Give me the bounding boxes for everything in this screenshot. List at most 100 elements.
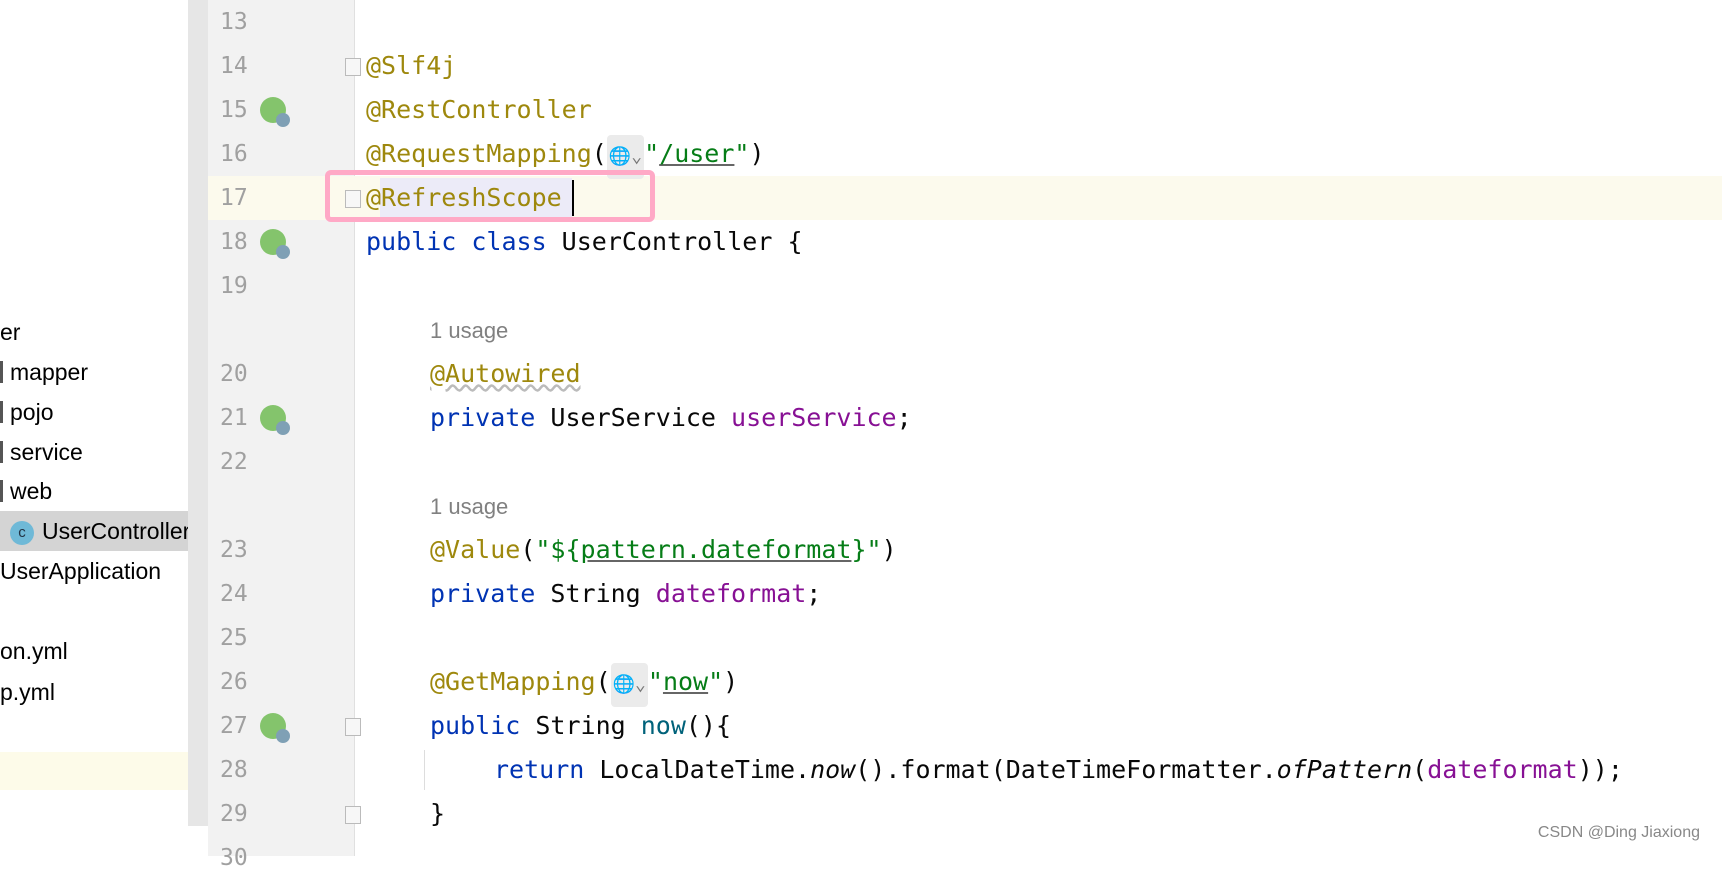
code-token: dateformat	[1427, 755, 1578, 784]
tree-item-label: mapper	[10, 359, 88, 385]
spring-web-endpoint-icon-badge	[276, 729, 290, 743]
code-token: (	[1412, 755, 1428, 784]
code-token: ;	[806, 579, 822, 608]
code-line[interactable]: public class UserController {	[354, 220, 1722, 264]
watermark: CSDN @Ding Jiaxiong	[1537, 824, 1700, 841]
code-token: (	[591, 139, 607, 168]
code-token: )	[723, 667, 739, 696]
spring-autowired-icon[interactable]	[260, 405, 290, 435]
code-line[interactable]	[354, 0, 1722, 44]
line-number: 16	[220, 141, 248, 167]
code-token: @Slf4j	[366, 51, 457, 80]
line-number: 21	[220, 405, 248, 431]
code-content: return LocalDateTime.now().format(DateTi…	[494, 748, 1623, 792]
code-token: now	[662, 667, 709, 696]
code-line[interactable]: @Value("${pattern.dateformat}")	[354, 528, 1722, 572]
code-token: now	[640, 711, 686, 740]
code-token: )	[881, 535, 897, 564]
code-line[interactable]: return LocalDateTime.now().format(DateTi…	[354, 748, 1722, 792]
code-content: @Slf4j	[366, 44, 456, 88]
code-token: @GetMapping	[430, 667, 596, 696]
code-token: UserService	[550, 403, 732, 432]
text-caret	[572, 180, 574, 216]
tree-item[interactable]: mapper	[0, 352, 88, 392]
code-token: @Value	[430, 535, 521, 564]
tree-item[interactable]: UserApplication	[0, 551, 161, 591]
code-line[interactable]: public String now(){	[354, 704, 1722, 748]
line-number: 24	[220, 581, 248, 607]
code-token: now	[810, 755, 856, 784]
line-number: 18	[220, 229, 248, 255]
line-number: 30	[220, 845, 248, 871]
tree-item[interactable]: c UserController	[0, 511, 188, 551]
line-number: 23	[220, 537, 248, 563]
code-token: userService	[731, 403, 897, 432]
code-token: @RequestMapping	[366, 139, 592, 168]
tree-item[interactable]: service	[0, 432, 83, 472]
usage-hint[interactable]: 1 usage	[430, 318, 508, 343]
spring-bean-class-icon[interactable]	[260, 229, 290, 259]
code-content: }	[430, 792, 445, 836]
code-content: private UserService userService;	[430, 396, 912, 440]
class-icon: c	[10, 520, 34, 545]
code-token: /user	[659, 139, 735, 168]
code-content: public String now(){	[430, 704, 731, 748]
globe-icon[interactable]: 🌐⌄	[610, 663, 648, 707]
code-token: (	[520, 535, 536, 564]
folder-icon	[0, 480, 3, 502]
code-token: "	[734, 139, 750, 168]
code-token: public class	[366, 227, 562, 256]
code-token: ));	[1577, 755, 1623, 784]
code-content: private String dateformat;	[430, 572, 821, 616]
line-number: 28	[220, 757, 248, 783]
project-tree-scrollbar[interactable]	[188, 0, 208, 826]
tree-item-label: web	[10, 478, 53, 504]
code-token: UserController {	[561, 227, 803, 256]
usage-hint[interactable]: 1 usage	[430, 494, 508, 519]
code-line[interactable]: @Slf4j	[354, 44, 1722, 88]
code-line[interactable]	[354, 264, 1722, 308]
line-number: 25	[220, 625, 248, 651]
code-content: 1 usage	[430, 308, 508, 353]
tree-item[interactable]: pojo	[0, 392, 53, 432]
line-number: 29	[220, 801, 248, 827]
line-number: 27	[220, 713, 248, 739]
code-content: @RestController	[366, 88, 592, 132]
tree-item-label: er	[0, 319, 21, 345]
code-line[interactable]: @Autowired	[354, 352, 1722, 396]
code-token: ofPattern	[1276, 755, 1413, 784]
code-line[interactable]: @GetMapping(🌐⌄"now")	[354, 660, 1722, 707]
tree-item-label: UserApplication	[0, 558, 162, 584]
tree-item[interactable]: on.yml	[0, 631, 68, 671]
code-token: (){	[685, 711, 732, 740]
spring-bean-check-icon[interactable]	[260, 97, 290, 127]
code-line[interactable]	[354, 440, 1722, 484]
code-line[interactable]: 1 usage	[354, 308, 1722, 352]
line-number: 26	[220, 669, 248, 695]
code-token: String	[550, 579, 656, 608]
code-content: public class UserController {	[366, 220, 803, 264]
code-line[interactable]: @RestController	[354, 88, 1722, 132]
line-number: 19	[220, 273, 248, 299]
code-token: "	[708, 667, 724, 696]
code-line[interactable]	[354, 836, 1722, 880]
code-token: @RestController	[366, 95, 592, 124]
code-line[interactable]: 1 usage	[354, 484, 1722, 528]
code-token: private	[430, 403, 551, 432]
code-line[interactable]: private String dateformat;	[354, 572, 1722, 616]
code-token: LocalDateTime.	[599, 755, 811, 784]
tree-item-label: pojo	[10, 399, 54, 425]
code-line[interactable]	[354, 616, 1722, 660]
tree-item[interactable]: web	[0, 471, 52, 511]
tree-item[interactable]: er	[0, 312, 20, 352]
line-number: 14	[220, 53, 248, 79]
code-line[interactable]: }	[354, 792, 1722, 836]
folder-icon	[0, 441, 3, 463]
spring-web-endpoint-icon[interactable]	[260, 713, 290, 743]
code-token: private	[430, 579, 551, 608]
code-token: )	[749, 139, 765, 168]
code-content: @Value("${pattern.dateformat}")	[430, 528, 897, 572]
line-number: 15	[220, 97, 248, 123]
code-line[interactable]: private UserService userService;	[354, 396, 1722, 440]
tree-item[interactable]: p.yml	[0, 672, 55, 712]
